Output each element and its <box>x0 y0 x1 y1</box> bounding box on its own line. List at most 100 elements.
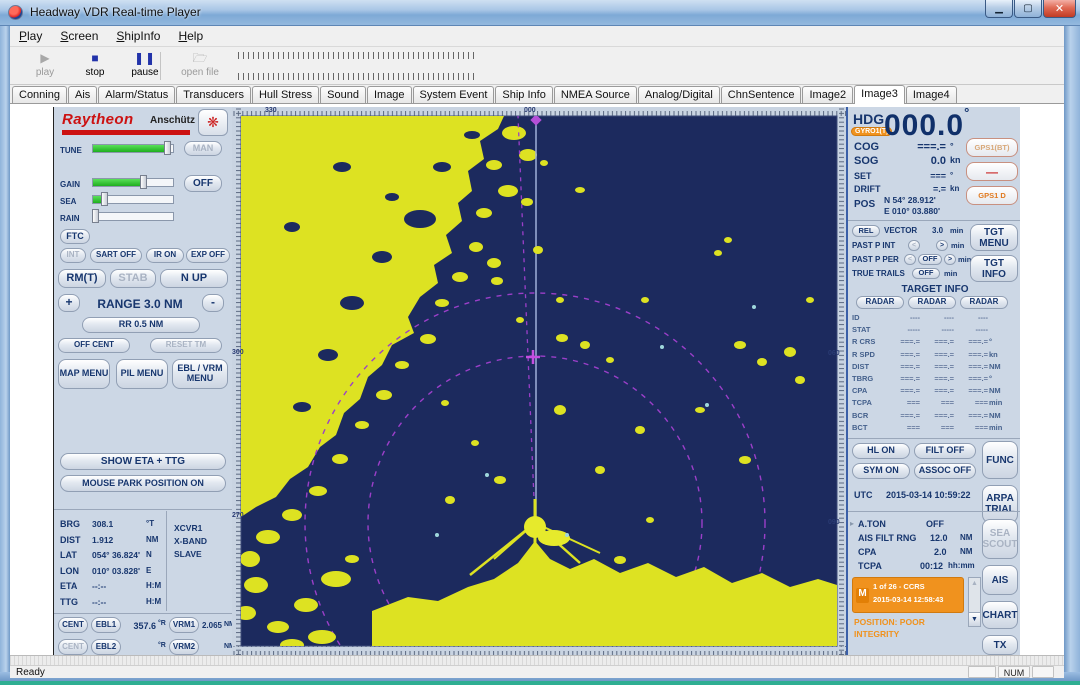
gain-slider[interactable] <box>92 178 174 187</box>
rain-slider[interactable] <box>92 212 174 221</box>
radar-ppi[interactable] <box>232 107 846 655</box>
ftc-button[interactable]: FTC <box>60 229 90 244</box>
tab-chnsentence[interactable]: ChnSentence <box>721 86 802 103</box>
tab-image[interactable]: Image <box>367 86 412 103</box>
reset-tm-button[interactable]: RESET TM <box>150 338 222 353</box>
utc-value: 2015-03-14 10:59:22 <box>886 490 971 500</box>
tab-transducers[interactable]: Transducers <box>176 86 251 103</box>
ais-alert-box[interactable]: M 1 of 26 - CCRS 2015-03-14 12:58:43 <box>852 577 964 613</box>
rel-button[interactable]: REL <box>852 225 880 237</box>
off-cent-button[interactable]: OFF CENT <box>58 338 130 353</box>
true-trails-off-button[interactable]: OFF <box>912 268 940 279</box>
ebl-vrm-menu-button[interactable]: EBL / VRM MENU <box>172 359 228 389</box>
range-minus-button[interactable]: - <box>202 294 224 312</box>
alert-scroll-up-icon[interactable]: ▲ <box>969 580 980 587</box>
past-pint-dec-button[interactable]: < <box>908 240 920 251</box>
gain-knob[interactable] <box>140 175 147 189</box>
past-pper-off-button[interactable]: OFF <box>918 254 942 265</box>
hl-on-button[interactable]: HL ON <box>852 443 910 459</box>
nav-dist-unit: NM <box>146 535 158 544</box>
rain-knob[interactable] <box>92 209 99 223</box>
past-pper-dec-button[interactable]: < <box>904 254 916 265</box>
minimize-button[interactable]: ▁ <box>985 0 1013 18</box>
arpa-trial-button[interactable]: ARPA TRIAL <box>982 485 1018 523</box>
tab-image4[interactable]: Image4 <box>906 86 957 103</box>
tab-alarm-status[interactable]: Alarm/Status <box>98 86 175 103</box>
range-plus-button[interactable]: + <box>58 294 80 312</box>
tune-slider[interactable] <box>92 144 174 153</box>
tab-hull-stress[interactable]: Hull Stress <box>252 86 319 103</box>
menu-play[interactable]: Play <box>10 27 51 45</box>
tgt-menu-button[interactable]: TGT MENU <box>970 224 1018 251</box>
horizontal-scrollbar[interactable] <box>10 655 1064 665</box>
gps-source-button-0[interactable]: GPS1(BT) <box>966 138 1018 157</box>
radar-column-button-2[interactable]: RADAR <box>908 296 956 309</box>
sea-scout-button[interactable]: SEA SCOUT <box>982 519 1018 559</box>
mouse-park-button[interactable]: MOUSE PARK POSITION ON <box>60 475 226 492</box>
n-up-button[interactable]: N UP <box>160 269 228 288</box>
stab-button[interactable]: STAB <box>110 269 156 288</box>
brilliance-button[interactable]: ❋ <box>198 109 228 136</box>
tab-ais[interactable]: Ais <box>68 86 97 103</box>
tab-conning[interactable]: Conning <box>12 86 67 103</box>
filt-off-button[interactable]: FILT OFF <box>914 443 976 459</box>
tab-analog-digital[interactable]: Analog/Digital <box>638 86 720 103</box>
assoc-off-button[interactable]: ASSOC OFF <box>914 463 976 479</box>
man-button[interactable]: MAN <box>184 141 222 156</box>
stop-button[interactable]: ■ stop <box>72 50 118 83</box>
tab-nmea-source[interactable]: NMEA Source <box>554 86 637 103</box>
vrm2-button[interactable]: VRM2 <box>169 639 199 655</box>
bearing-label-270: 270 <box>232 512 244 519</box>
func-button[interactable]: FUNC <box>982 441 1018 479</box>
exp-off-button[interactable]: EXP OFF <box>186 248 230 263</box>
close-button[interactable]: ✕ <box>1043 0 1076 18</box>
tgt-info-button[interactable]: TGT INFO <box>970 255 1018 282</box>
gps-source-button-1[interactable]: — <box>966 162 1018 181</box>
rm-t-button[interactable]: RM(T) <box>58 269 106 288</box>
ebl2-button[interactable]: EBL2 <box>91 639 121 655</box>
tab-sound[interactable]: Sound <box>320 86 366 103</box>
tab-image2[interactable]: Image2 <box>802 86 853 103</box>
menu-shipinfo[interactable]: ShipInfo <box>107 27 169 45</box>
nav-brg-unit: °T <box>146 519 154 528</box>
map-menu-button[interactable]: MAP MENU <box>58 359 110 389</box>
sym-on-button[interactable]: SYM ON <box>852 463 910 479</box>
radar-column-button-1[interactable]: RADAR <box>856 296 904 309</box>
alert-scroll-down-icon[interactable]: ▼ <box>969 612 980 626</box>
open-file-button[interactable]: 🗁 open file <box>172 50 228 83</box>
ebl1-button[interactable]: EBL1 <box>91 617 121 633</box>
tune-knob[interactable] <box>164 141 171 155</box>
maximize-button[interactable]: ▢ <box>1014 0 1042 18</box>
bearing-ruler-right <box>837 107 846 655</box>
ais-button[interactable]: AIS <box>982 565 1018 595</box>
alert-scrollbar[interactable]: ▲ ▼ <box>968 577 981 627</box>
sea-knob[interactable] <box>101 192 108 206</box>
range-rings-button[interactable]: RR 0.5 NM <box>82 317 200 333</box>
title-bar[interactable]: Headway VDR Real-time Player ▁ ▢ ✕ <box>0 0 1080 26</box>
cent2-button[interactable]: CENT <box>58 639 88 655</box>
pause-button[interactable]: ❚❚ pause <box>122 50 168 83</box>
tab-image3[interactable]: Image3 <box>854 85 905 104</box>
gps-source-button-2[interactable]: GPS1 D <box>966 186 1018 205</box>
radar-column-button-3[interactable]: RADAR <box>960 296 1008 309</box>
int-button[interactable]: INT <box>60 248 86 263</box>
hdg-label: HDG <box>853 111 884 127</box>
cent1-button[interactable]: CENT <box>58 617 88 633</box>
pil-menu-button[interactable]: PIL MENU <box>116 359 168 389</box>
tcpa-label: TCPA <box>858 561 882 571</box>
vrm1-button[interactable]: VRM1 <box>169 617 199 633</box>
ir-on-button[interactable]: IR ON <box>146 248 184 263</box>
tx-button[interactable]: TX <box>982 635 1018 655</box>
off-button[interactable]: OFF <box>184 175 222 192</box>
show-eta-ttg-button[interactable]: SHOW ETA + TTG <box>60 453 226 470</box>
sart-off-button[interactable]: SART OFF <box>90 248 142 263</box>
past-pper-inc-button[interactable]: > <box>944 254 956 265</box>
chart-button[interactable]: CHART <box>982 601 1018 629</box>
past-pint-inc-button[interactable]: > <box>936 240 948 251</box>
menu-help[interactable]: Help <box>169 27 212 45</box>
play-button[interactable]: ▶ play <box>22 50 68 83</box>
tab-ship-info[interactable]: Ship Info <box>495 86 552 103</box>
menu-screen[interactable]: Screen <box>51 27 107 45</box>
sea-slider[interactable] <box>92 195 174 204</box>
tab-system-event[interactable]: System Event <box>413 86 495 103</box>
